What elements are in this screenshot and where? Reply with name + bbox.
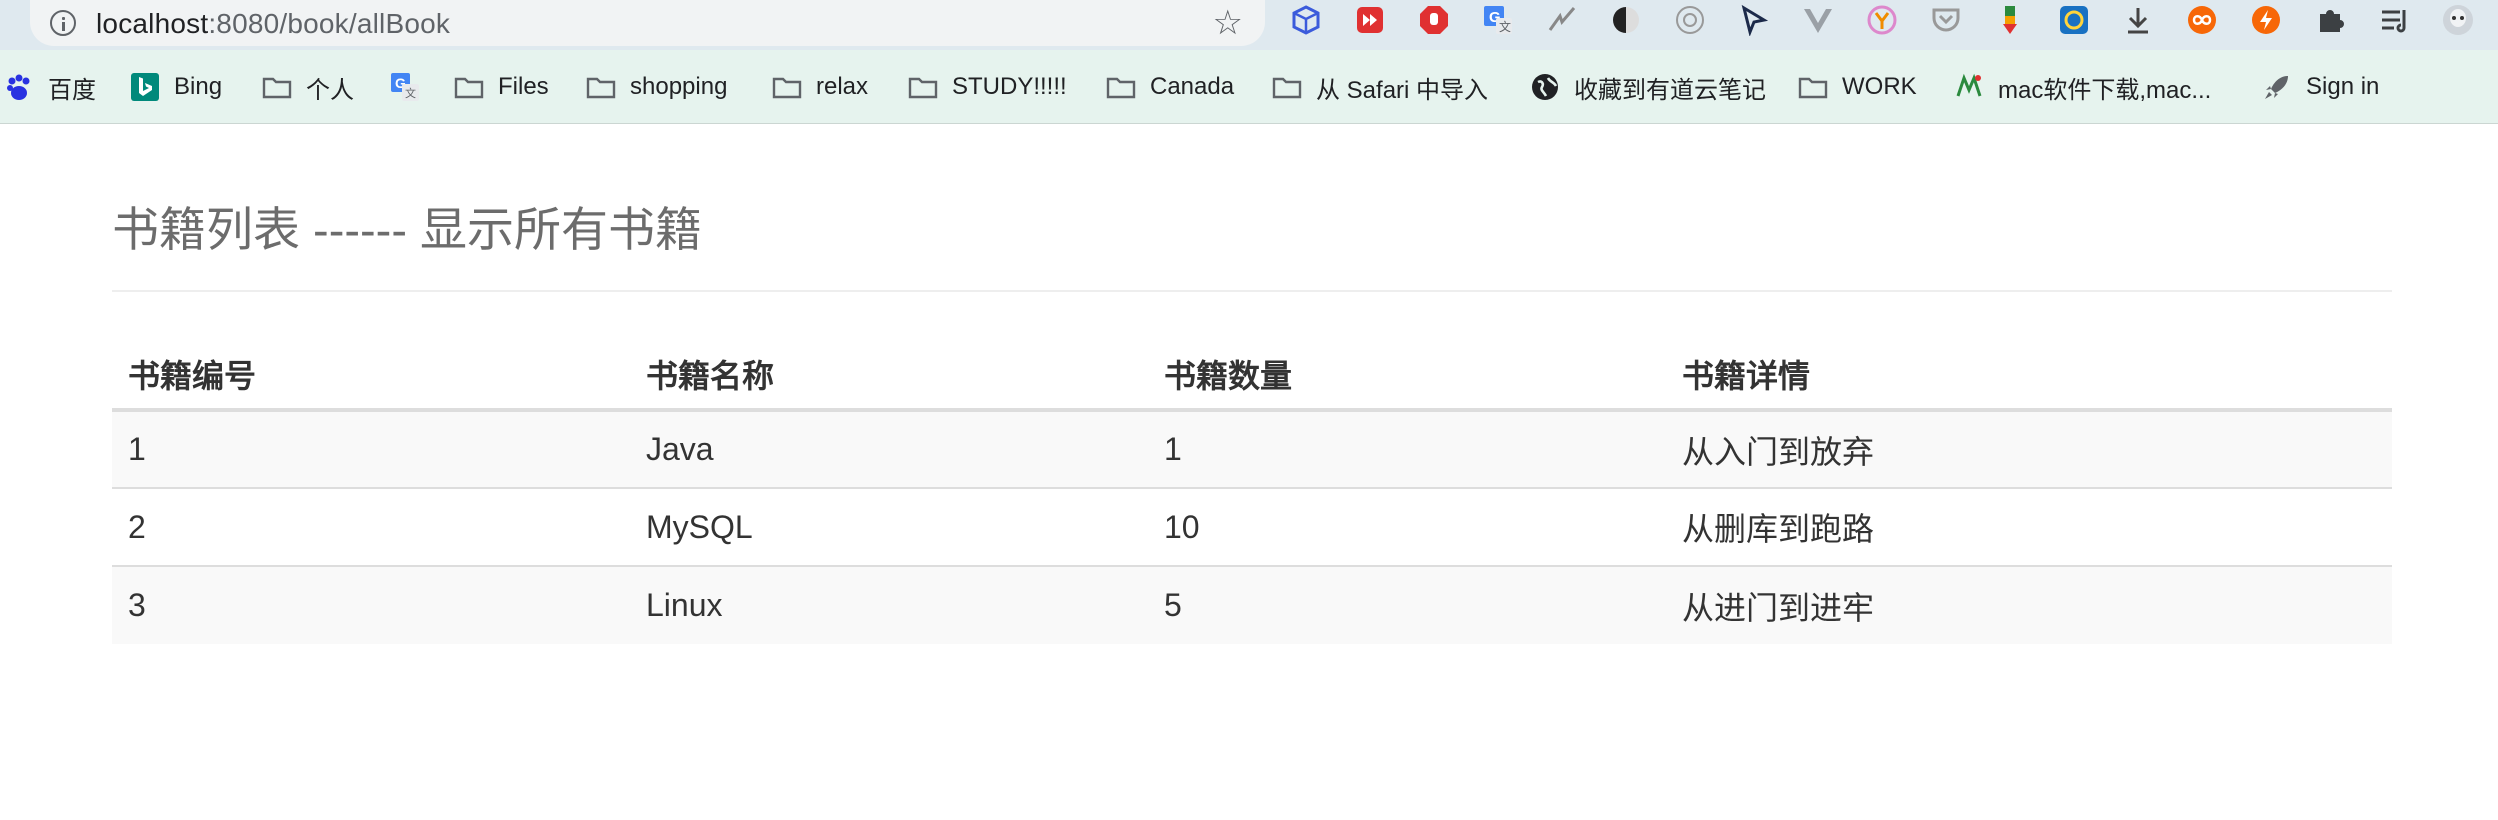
bookmarks-bar: 百度 Bing 个人 G文 Files shopping relax STUDY… [0, 50, 2498, 124]
cell-book-id: 2 [112, 487, 630, 566]
rocket-icon [2262, 72, 2292, 102]
bookmark-folder-canada[interactable]: Canada [1106, 69, 1234, 105]
baidu-paw-icon [4, 72, 34, 102]
column-header-book-name: 书籍名称 [630, 340, 1148, 412]
globe-icon [1530, 72, 1560, 102]
lightning-icon[interactable] [2250, 4, 2282, 36]
bookmark-folder-shopping[interactable]: shopping [586, 69, 727, 105]
bookmark-label: 收藏到有道云笔记 [1574, 76, 1766, 104]
cell-book-id: 3 [112, 565, 630, 644]
bookmark-folder-work[interactable]: WORK [1798, 69, 1917, 105]
reading-list-icon[interactable] [2378, 4, 2410, 36]
url-path: :8080/book/allBook [208, 8, 451, 39]
cube-icon[interactable] [1290, 4, 1322, 36]
url-host: localhost [96, 8, 209, 39]
svg-text:文: 文 [1499, 19, 1511, 34]
cursor-icon[interactable] [1738, 4, 1770, 36]
stop-hand-icon[interactable] [1418, 4, 1450, 36]
bookmark-sign-in[interactable]: Sign in [2262, 69, 2379, 105]
folder-icon [772, 72, 802, 102]
url-text[interactable]: localhost:8080/book/allBook [96, 10, 450, 38]
bing-icon [130, 72, 160, 102]
column-header-book-id: 书籍编号 [112, 340, 630, 412]
profile-avatar-icon[interactable] [2442, 4, 2474, 36]
cell-book-count: 10 [1148, 487, 1666, 566]
folder-icon [1106, 72, 1136, 102]
cell-book-detail: 从入门到放弃 [1682, 433, 1875, 470]
bookmark-label: 百度 [48, 76, 96, 104]
bookmark-star-icon[interactable]: ☆ [1213, 4, 1243, 42]
bookmark-folder-files[interactable]: Files [454, 69, 549, 105]
bookmark-baidu[interactable]: 百度 [4, 69, 96, 105]
bookmark-label: 从 Safari 中导入 [1316, 76, 1489, 104]
google-translate-icon: G文 [390, 72, 420, 102]
page-title: 书籍列表 ------ 显示所有书籍 [112, 203, 703, 256]
bookmark-folder-relax[interactable]: relax [772, 69, 868, 105]
bookmark-label: WORK [1842, 73, 1917, 100]
table-row: 1 Java 1 从入门到放弃 [112, 410, 2392, 488]
folder-icon [586, 72, 616, 102]
site-info-icon[interactable] [50, 10, 76, 36]
folder-icon [262, 72, 292, 102]
infinity-icon[interactable] [2186, 4, 2218, 36]
bookmark-google-translate[interactable]: G文 [390, 69, 434, 105]
globe-target-icon[interactable] [2058, 4, 2090, 36]
cell-book-count: 1 [1164, 431, 1182, 467]
column-header-book-count: 书籍数量 [1148, 340, 1666, 412]
bookmark-label: 个人 [306, 76, 354, 104]
cell-book-id: 1 [128, 431, 146, 467]
cell-book-detail: 从删库到跑路 [1666, 487, 2392, 566]
bookmark-label: Files [498, 73, 549, 100]
bookmark-label: Sign in [2306, 73, 2380, 100]
half-moon-icon[interactable] [1610, 4, 1642, 36]
download-icon[interactable] [2122, 4, 2154, 36]
table-row: 2 MySQL 10 从删库到跑路 [112, 487, 2392, 566]
bookmark-label: Bing [174, 73, 223, 100]
bookmark-folder-personal[interactable]: 个人 [262, 69, 354, 105]
bookmark-folder-study[interactable]: STUDY!!!!! [908, 69, 1067, 105]
book-table: 书籍编号 书籍名称 书籍数量 书籍详情 1 Java 1 从入门到放弃 2 My… [112, 340, 2392, 644]
browser-toolbar: localhost:8080/book/allBook ☆ G文 [0, 0, 2498, 50]
thermometer-icon[interactable] [1994, 4, 2026, 36]
address-bar[interactable]: localhost:8080/book/allBook ☆ [30, 0, 1265, 46]
svg-text:文: 文 [405, 86, 416, 100]
bookmark-label: mac软件下载,mac... [1998, 76, 2212, 104]
table-row: 3 Linux 5 从进门到进牢 [112, 565, 2392, 644]
camera-icon[interactable] [1674, 4, 1706, 36]
folder-icon [908, 72, 938, 102]
cell-book-detail: 从进门到进牢 [1666, 565, 2392, 644]
slash-icon[interactable] [1546, 4, 1578, 36]
folder-icon [1798, 72, 1828, 102]
bookmark-label: Canada [1150, 73, 1235, 100]
extensions-row: G文 [1290, 4, 2498, 44]
page-header: 书籍列表 ------ 显示所有书籍 [112, 200, 2392, 292]
bookmark-label: STUDY!!!!! [952, 73, 1067, 100]
pocket-icon[interactable] [1930, 4, 1962, 36]
mac-download-site-icon [1954, 72, 1984, 102]
y-combinator-icon[interactable] [1866, 4, 1898, 36]
puzzle-icon[interactable] [2314, 4, 2346, 36]
vue-icon[interactable] [1802, 4, 1834, 36]
folder-icon [1272, 72, 1302, 102]
bookmark-label: shopping [630, 73, 728, 100]
bookmark-bing[interactable]: Bing [130, 69, 222, 105]
record-icon[interactable] [1354, 4, 1386, 36]
cell-book-name: MySQL [630, 487, 1148, 566]
bookmark-label: relax [816, 73, 869, 100]
table-header-row: 书籍编号 书籍名称 书籍数量 书籍详情 [112, 340, 2392, 412]
google-translate-icon[interactable]: G文 [1482, 4, 1514, 36]
cell-book-name: Linux [630, 565, 1148, 644]
cell-book-count: 5 [1148, 565, 1666, 644]
cell-book-name: Java [646, 431, 714, 467]
bookmark-mac-download[interactable]: mac软件下载,mac... [1954, 69, 2211, 105]
bookmark-folder-safari-import[interactable]: 从 Safari 中导入 [1272, 69, 1488, 105]
column-header-book-detail: 书籍详情 [1666, 340, 2392, 412]
bookmark-youdao[interactable]: 收藏到有道云笔记 [1530, 69, 1766, 105]
folder-icon [454, 72, 484, 102]
